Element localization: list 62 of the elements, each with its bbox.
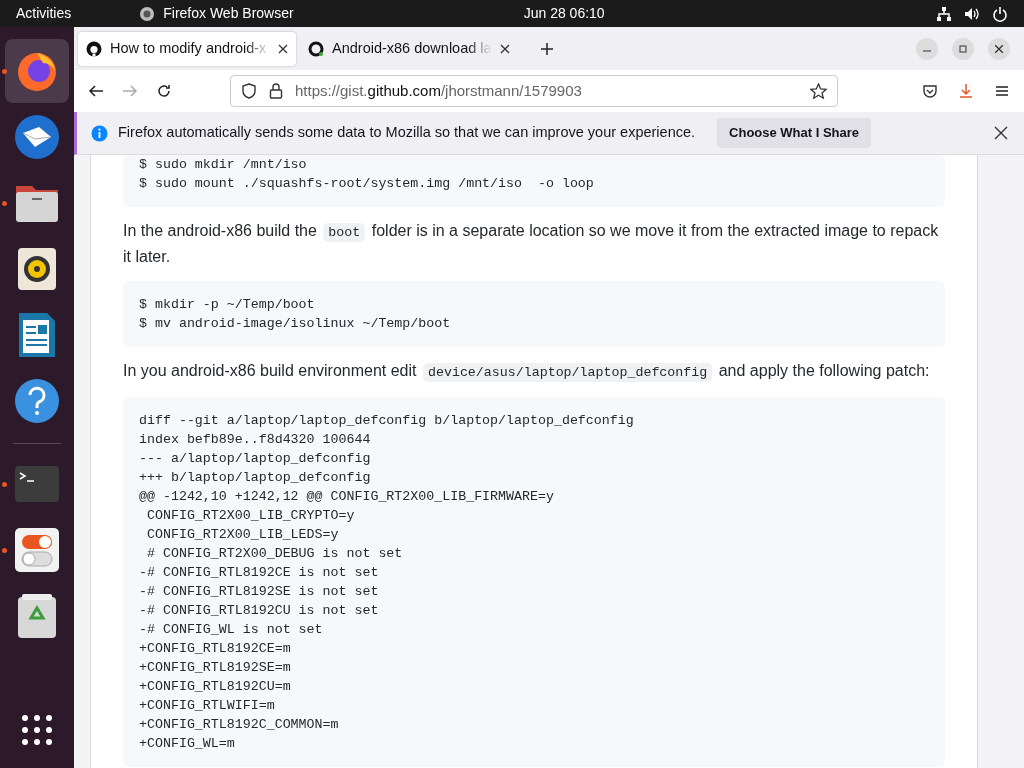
close-button[interactable] xyxy=(988,37,1010,60)
power-icon[interactable] xyxy=(992,5,1008,22)
network-icon[interactable] xyxy=(936,5,952,22)
code-line: -# CONFIG_WL is not set xyxy=(139,621,324,639)
mail-icon[interactable] xyxy=(13,113,61,161)
code-line: $ mv android-image/isolinux ~/Temp/boot xyxy=(139,315,452,333)
menu-icon[interactable] xyxy=(994,83,1010,99)
restore-icon xyxy=(959,44,967,53)
paragraph: In the android-x86 build the boot folder is in a separate location so we move it from the extracted image to repack it later. xyxy=(123,221,940,267)
notification-text: Firefox automatically sends some data to Mozilla so that we can improve your experience. xyxy=(118,123,696,143)
code-line: +CONFIG_RTL8192SE=m xyxy=(139,659,292,677)
code-line: --- a/laptop/laptop_defconfig xyxy=(139,450,372,468)
bookmark-star-icon[interactable] xyxy=(810,82,827,100)
minimize-button[interactable] xyxy=(916,37,938,60)
ring-icon xyxy=(308,40,324,57)
help-icon[interactable] xyxy=(14,378,60,424)
code-line: CONFIG_RT2X00_LIB_CRYPTO=y xyxy=(145,507,356,525)
clock[interactable]: Jun 28 06:10 xyxy=(523,3,605,24)
code-line: +CONFIG_RTL8192C_COMMON=m xyxy=(139,716,340,734)
paragraph: In you android-x86 build environment edit device/asus/laptop/laptop_defconfig and apply the following patch: xyxy=(123,361,931,384)
app-grid-icon[interactable] xyxy=(21,714,53,746)
code-line: +++ b/laptop/laptop_defconfig xyxy=(139,469,372,487)
speaker-icon[interactable] xyxy=(17,247,57,291)
code-line: -# CONFIG_RTL8192SE is not set xyxy=(139,583,380,601)
pocket-icon[interactable] xyxy=(922,83,938,99)
info-icon xyxy=(91,124,108,142)
address-bar[interactable]: https://gist.github.com/jhorstmann/1579903 xyxy=(230,75,838,107)
document-icon[interactable] xyxy=(18,312,56,358)
lock-icon[interactable] xyxy=(269,83,283,99)
code-line: diff --git a/laptop/laptop_defconfig b/laptop/laptop_defconfig xyxy=(139,412,635,430)
trash-icon[interactable] xyxy=(17,593,57,639)
close-tab-icon[interactable] xyxy=(500,43,510,54)
code-line: # CONFIG_RT2X00_DEBUG is not set xyxy=(145,545,404,563)
download-icon[interactable] xyxy=(958,83,974,99)
browser-tab[interactable]: How to modify android-x xyxy=(78,31,296,66)
code-line: CONFIG_RT2X00_LIB_LEDS=y xyxy=(145,526,340,544)
new-tab-icon[interactable] xyxy=(540,41,554,56)
code-line: -# CONFIG_RTL8192CE is not set xyxy=(139,564,380,582)
app-name[interactable]: Firefox Web Browser xyxy=(163,3,294,24)
shield-icon[interactable] xyxy=(241,83,257,99)
code-line: $ sudo mount ./squashfs-root/system.img /mnt/iso -o loop xyxy=(139,175,595,193)
code-line: +CONFIG_RTL8192CU=m xyxy=(139,678,292,696)
terminal-icon[interactable] xyxy=(14,465,60,503)
code-line: +CONFIG_RTL8192CE=m xyxy=(139,640,292,658)
url-text: https://gist.github.com/jhorstmann/1579903 xyxy=(295,80,582,101)
close-icon[interactable] xyxy=(994,126,1008,140)
code-line: $ sudo mkdir /mnt/iso xyxy=(139,156,308,174)
back-icon[interactable] xyxy=(88,83,104,99)
activities-button[interactable]: Activities xyxy=(16,3,72,24)
restore-button[interactable] xyxy=(952,37,974,60)
browser-tab[interactable]: Android-x86 download la xyxy=(300,31,518,66)
code-line: +CONFIG_RTLWIFI=m xyxy=(139,697,276,715)
settings-icon[interactable] xyxy=(14,527,60,573)
code-line: $ mkdir -p ~/Temp/boot xyxy=(139,296,316,314)
close-icon xyxy=(995,44,1003,53)
code-line: @@ -1242,10 +1242,12 @@ CONFIG_RT2X00_LIB_FIRMWARE=y xyxy=(139,488,555,506)
code-line: -# CONFIG_RTL8192CU is not set xyxy=(139,602,380,620)
code-line: +CONFIG_WL=m xyxy=(139,735,236,753)
code-line: index befb89e..f8d4320 100644 xyxy=(139,431,372,449)
choose-what-i-share-button[interactable]: Choose What I Share xyxy=(717,118,872,148)
close-tab-icon[interactable] xyxy=(278,43,288,54)
reload-icon[interactable] xyxy=(156,83,172,99)
